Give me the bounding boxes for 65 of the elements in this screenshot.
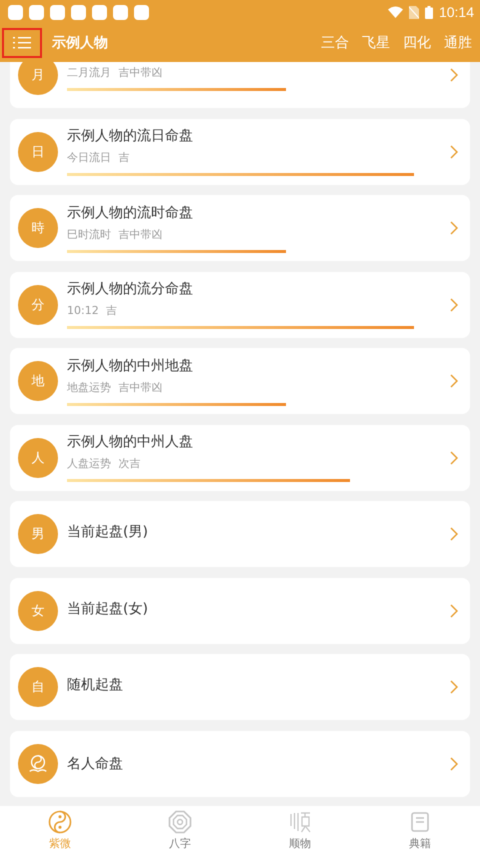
yin-yang-icon (48, 810, 72, 834)
item-title: 当前起盘(女) (67, 600, 149, 618)
item-title: 当前起盘(男) (67, 523, 149, 541)
notification-icon (134, 4, 149, 20)
item-subtitle: 人盘运势 次吉 (67, 456, 142, 471)
octagon-icon (168, 810, 192, 834)
item-title: 名人命盘 (67, 754, 124, 772)
strokes-icon (288, 810, 312, 834)
item-subtitle: 巳时流时 吉中带凶 (67, 226, 164, 242)
chart-list-item[interactable]: 人 示例人物的中州人盘 人盘运势 次吉 (10, 424, 470, 490)
chart-list-item[interactable]: 自 随机起盘 (10, 654, 470, 720)
item-subtitle: 二月流月 吉中带凶 (67, 64, 164, 80)
book-icon (408, 810, 432, 834)
chevron-right-icon (450, 450, 458, 464)
item-subtitle: 今日流日 吉 (67, 150, 130, 165)
badge-circle: 分 (18, 284, 58, 324)
chevron-right-icon (450, 527, 458, 541)
chevron-right-icon (450, 298, 458, 312)
menu-icon (13, 36, 31, 50)
chart-list-item[interactable]: 分 示例人物的流分命盘 10:12 吉 (10, 272, 470, 338)
notification-icon (8, 4, 23, 20)
page-title: 示例人物 (52, 34, 109, 52)
badge-circle: 自 (18, 667, 58, 707)
item-title: 示例人物的流日命盘 (67, 127, 194, 145)
chevron-right-icon (450, 144, 458, 158)
notification-icon (50, 4, 65, 20)
chevron-right-icon (450, 680, 458, 694)
no-sim-icon (408, 6, 419, 18)
item-title: 随机起盘 (67, 676, 124, 694)
notification-icon (113, 4, 128, 20)
yin-yang-figure-icon (27, 752, 49, 774)
badge-circle: 人 (18, 438, 58, 478)
chart-list-item[interactable]: 男 当前起盘(男) (10, 501, 470, 567)
nav-tab[interactable]: 典籍 (360, 806, 480, 854)
badge-circle: 時 (18, 208, 58, 248)
chevron-right-icon (450, 374, 458, 388)
badge-circle: 地 (18, 361, 58, 401)
wifi-icon (388, 6, 403, 18)
menu-button[interactable] (2, 28, 42, 58)
item-title: 示例人物的中州地盘 (67, 356, 194, 374)
chevron-right-icon (450, 68, 458, 82)
battery-icon (424, 6, 433, 18)
item-title: 示例人物的中州人盘 (67, 433, 194, 451)
nav-tab[interactable]: 八字 (120, 806, 240, 854)
notification-icon (92, 4, 107, 20)
chart-list-item[interactable]: 日 示例人物的流日命盘 今日流日 吉 (10, 118, 470, 184)
chart-list-item[interactable]: 時 示例人物的流时命盘 巳时流时 吉中带凶 (10, 195, 470, 261)
chevron-right-icon (450, 604, 458, 618)
chevron-right-icon (450, 221, 458, 235)
nav-tab[interactable]: 顺物 (240, 806, 360, 854)
badge-circle: 月 (18, 62, 58, 95)
badge-circle: 男 (18, 514, 58, 554)
item-title: 示例人物的流分命盘 (67, 280, 194, 298)
notification-icon (29, 4, 44, 20)
chart-list-item[interactable]: 女 当前起盘(女) (10, 578, 470, 644)
chart-list-item[interactable]: 地 示例人物的中州地盘 地盘运势 吉中带凶 (10, 348, 470, 414)
item-subtitle: 地盘运势 吉中带凶 (67, 380, 164, 394)
clock-time: 10:14 (438, 4, 474, 20)
item-title: 示例人物的流时命盘 (67, 204, 194, 222)
notification-icon (71, 4, 86, 20)
chart-list-item[interactable]: 名人命盘 (10, 730, 470, 796)
badge-circle: 女 (18, 590, 58, 630)
chevron-right-icon (450, 756, 458, 770)
item-subtitle: 10:12 吉 (67, 303, 118, 318)
badge-circle: 日 (18, 132, 58, 172)
